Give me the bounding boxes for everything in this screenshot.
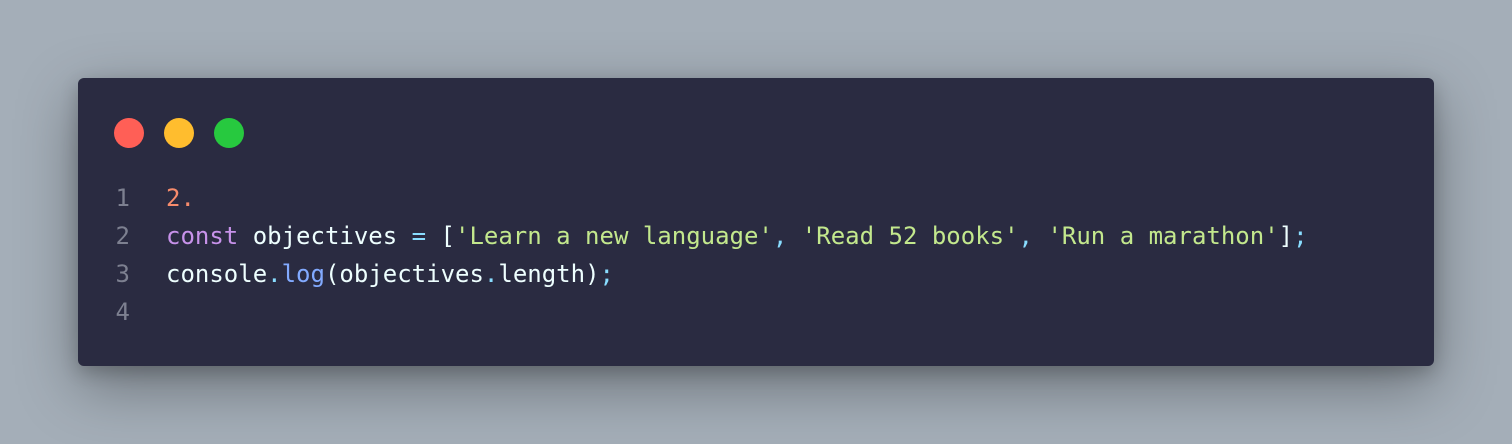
close-dot-icon[interactable] <box>114 118 144 148</box>
code-line: 3 console.log(objectives.length); <box>78 255 1434 293</box>
code-token-op: = <box>411 222 427 250</box>
line-number: 1 <box>115 184 130 212</box>
maximize-dot-icon[interactable] <box>214 118 244 148</box>
window-controls <box>114 118 244 148</box>
code-token-var <box>1033 222 1047 250</box>
code-token-var: objectives <box>238 222 412 250</box>
code-text: const objectives = ['Learn a new languag… <box>166 217 1308 255</box>
code-token-punc: , <box>1018 222 1033 250</box>
code-token-fn: log <box>281 260 325 288</box>
line-number: 3 <box>115 260 130 288</box>
code-line: 1 2. <box>78 179 1434 217</box>
code-token-punc: ; <box>1293 222 1308 250</box>
code-token-kw: const <box>166 222 239 250</box>
code-block: 1 2. 2 const objectives = ['Learn a new … <box>78 179 1434 331</box>
code-token-num: 2. <box>166 184 195 212</box>
code-token-bracket: ) <box>585 260 600 288</box>
code-text: console.log(objectives.length); <box>166 255 614 293</box>
code-token-punc: , <box>772 222 788 250</box>
code-token-var <box>787 222 801 250</box>
code-token-var <box>426 222 440 250</box>
code-text: 2. <box>166 179 195 217</box>
code-token-punc: ; <box>599 260 614 288</box>
code-token-str: 'Run a marathon' <box>1047 222 1279 250</box>
code-window: 1 2. 2 const objectives = ['Learn a new … <box>78 78 1434 366</box>
code-token-str: 'Read 52 books' <box>801 222 1019 250</box>
code-token-punc: . <box>483 260 499 288</box>
code-token-bracket: ( <box>324 260 340 288</box>
code-token-var: objectives <box>339 260 484 288</box>
code-token-bracket: [ <box>440 222 455 250</box>
code-line: 2 const objectives = ['Learn a new langu… <box>78 217 1434 255</box>
code-token-var: console <box>166 260 268 288</box>
code-token-str: 'Learn a new language' <box>455 222 773 250</box>
minimize-dot-icon[interactable] <box>164 118 194 148</box>
code-token-prop: length <box>498 260 586 288</box>
code-token-punc: . <box>267 260 282 288</box>
code-token-bracket: ] <box>1278 222 1294 250</box>
line-number: 2 <box>115 222 130 250</box>
code-line: 4 <box>78 293 1434 331</box>
line-number: 4 <box>115 298 130 326</box>
